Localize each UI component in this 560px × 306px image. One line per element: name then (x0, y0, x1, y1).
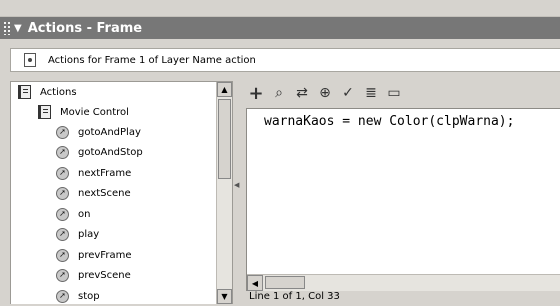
tree-item-gotoandplay[interactable]: ➚ gotoAndPlay (56, 122, 141, 142)
tree-item-label: nextFrame (78, 167, 132, 179)
tree-item-prevframe[interactable]: ➚ prevFrame (56, 245, 131, 265)
action-icon: ➚ (56, 227, 69, 241)
tree-item-label: play (78, 228, 100, 240)
action-icon: ➚ (56, 145, 69, 159)
tree-item-gotoandstop[interactable]: ➚ gotoAndStop (56, 142, 143, 162)
tree-item-label: nextScene (78, 187, 131, 199)
action-icon: ➚ (56, 268, 69, 282)
horizontal-scroll-thumb[interactable] (265, 276, 305, 289)
top-strip (0, 0, 560, 17)
tree-item-movie-control[interactable]: Movie Control (38, 102, 129, 122)
scroll-up-button[interactable]: ▲ (217, 82, 232, 97)
frame-action-icon (24, 53, 36, 67)
book-icon (18, 85, 31, 99)
find-icon[interactable]: ⌕ (269, 83, 289, 103)
action-icon: ➚ (56, 186, 69, 200)
script-editor[interactable]: warnaKaos = new Color(clpWarna); ◀ (246, 108, 560, 291)
tree-item-label: on (78, 208, 91, 220)
script-code[interactable]: warnaKaos = new Color(clpWarna); (264, 114, 514, 129)
frame-label: Actions for Frame 1 of Layer Name action (48, 54, 256, 66)
tree-item-stop[interactable]: ➚ stop (56, 286, 100, 306)
action-icon: ➚ (56, 125, 69, 139)
tree-item-label: prevFrame (78, 249, 132, 261)
tree-item-label: gotoAndStop (78, 146, 143, 158)
grip-icon[interactable] (3, 21, 11, 35)
status-bar: Line 1 of 1, Col 33 (249, 291, 340, 302)
insert-target-path-icon[interactable]: ⊕ (315, 83, 335, 103)
book-icon (38, 105, 51, 119)
editor-horizontal-scrollbar[interactable]: ◀ (247, 274, 560, 291)
action-icon: ➚ (56, 289, 69, 303)
auto-format-icon[interactable]: ≣ (361, 83, 381, 103)
replace-icon[interactable]: ⇄ (292, 83, 312, 103)
script-toolbar: + ⌕ ⇄ ⊕ ✓ ≣ ▭ (246, 81, 560, 105)
tree-item-prevscene[interactable]: ➚ prevScene (56, 265, 131, 285)
actions-toolbox-tree: Actions Movie Control ➚ gotoAndPlay ➚ go… (10, 81, 233, 304)
tree-item-label: stop (78, 290, 100, 302)
tree-item-actions[interactable]: Actions (18, 82, 77, 102)
tree-item-label: Actions (40, 86, 77, 98)
tree-item-label: prevScene (78, 269, 131, 281)
tree-item-label: gotoAndPlay (78, 126, 141, 138)
collapse-arrow-icon[interactable]: ▼ (14, 23, 22, 34)
scroll-thumb[interactable] (218, 99, 231, 179)
action-icon: ➚ (56, 207, 69, 221)
tree-item-on[interactable]: ➚ on (56, 204, 90, 224)
action-icon: ➚ (56, 248, 69, 262)
action-icon: ➚ (56, 166, 69, 180)
add-icon[interactable]: + (246, 83, 266, 104)
tree-item-play[interactable]: ➚ play (56, 224, 99, 244)
code-hint-icon[interactable]: ▭ (384, 83, 404, 103)
tree-item-nextscene[interactable]: ➚ nextScene (56, 183, 131, 203)
pane-splitter[interactable]: ◀ (233, 81, 241, 303)
splitter-arrow-icon[interactable]: ◀ (234, 181, 239, 189)
tree-item-label: Movie Control (60, 106, 129, 118)
tree-vertical-scrollbar[interactable]: ▲ ▼ (216, 82, 232, 304)
check-syntax-icon[interactable]: ✓ (338, 83, 358, 103)
panel-titlebar[interactable]: ▼ Actions - Frame (0, 17, 560, 39)
frame-label-bar: Actions for Frame 1 of Layer Name action (10, 48, 560, 72)
tree-item-nextframe[interactable]: ➚ nextFrame (56, 163, 131, 183)
scroll-left-button[interactable]: ◀ (247, 275, 263, 291)
scroll-down-button[interactable]: ▼ (217, 289, 232, 304)
panel-title: Actions - Frame (27, 20, 143, 36)
